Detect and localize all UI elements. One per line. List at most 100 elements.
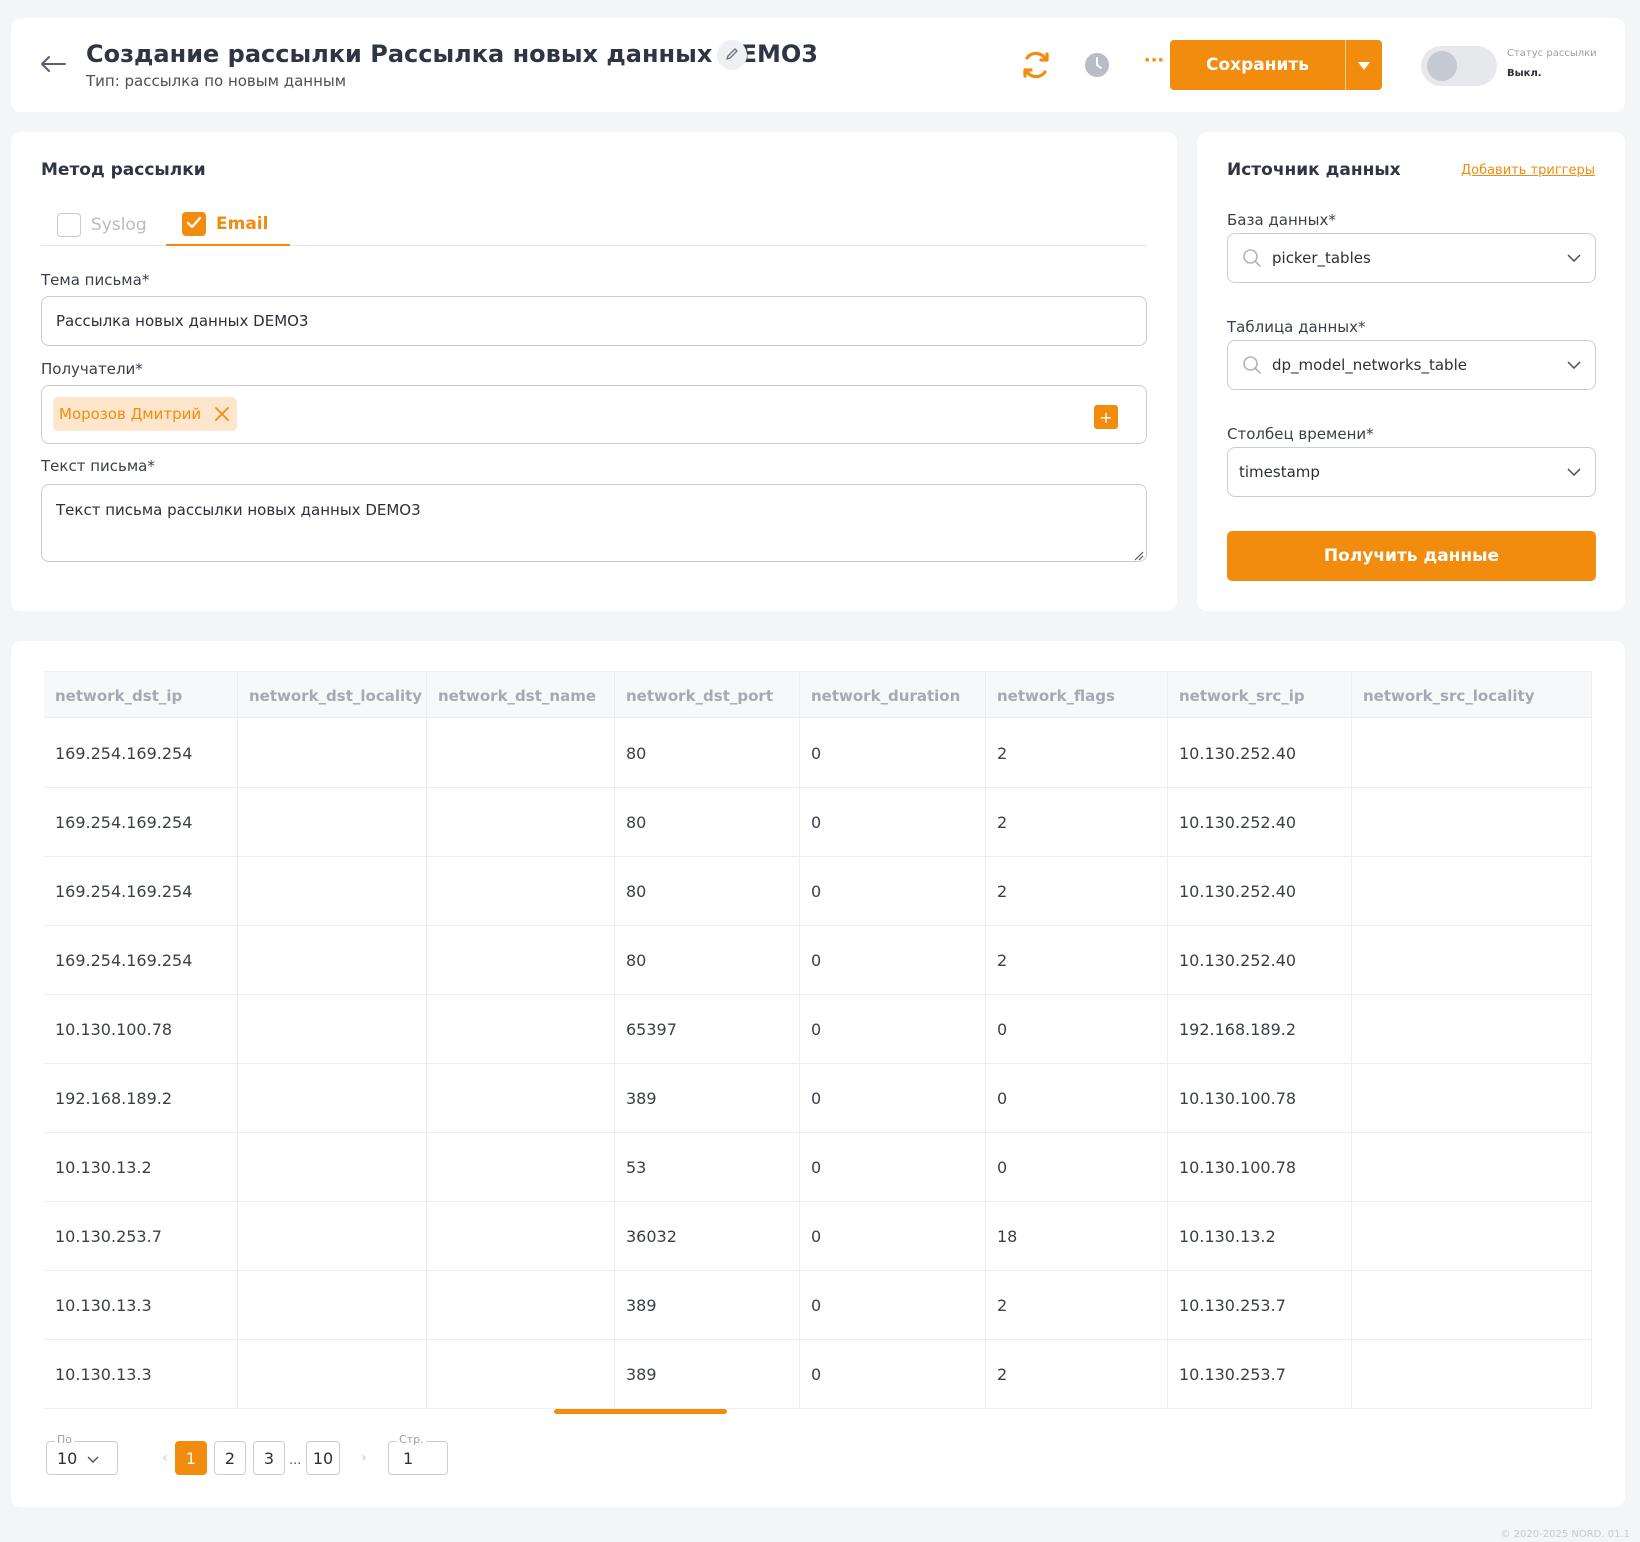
- table-cell: 389: [615, 1271, 800, 1340]
- save-button[interactable]: Сохранить: [1170, 40, 1345, 90]
- column-header[interactable]: network_dst_ip: [44, 672, 238, 719]
- page-title: Создание рассылки Рассылка новых данных …: [86, 40, 818, 68]
- table-cell: [238, 1271, 427, 1340]
- table-cell: 0: [800, 788, 986, 857]
- recipient-chip-label: Морозов Дмитрий: [59, 405, 202, 423]
- recipients-field[interactable]: Морозов Дмитрий +: [41, 385, 1147, 444]
- time-column-select[interactable]: timestamp: [1227, 447, 1596, 497]
- table-cell: [238, 1340, 427, 1409]
- db-select[interactable]: picker_tables: [1227, 233, 1596, 283]
- column-header[interactable]: network_dst_name: [427, 672, 615, 719]
- table-cell: 0: [986, 1064, 1168, 1133]
- body-textarea[interactable]: Текст письма рассылки новых данных DEMO3: [41, 484, 1147, 562]
- table-cell: 10.130.253.7: [1168, 1340, 1352, 1409]
- body-label: Текст письма*: [41, 457, 155, 475]
- table-cell: 169.254.169.254: [44, 788, 238, 857]
- table-cell: 389: [615, 1340, 800, 1409]
- table-cell: 0: [986, 1133, 1168, 1202]
- chevron-down-icon: [1567, 468, 1581, 476]
- table-row: 10.130.13.3 389 0 2 10.130.253.7: [44, 1340, 1592, 1409]
- resize-grip-icon[interactable]: [1132, 547, 1144, 561]
- table-select[interactable]: dp_model_networks_table: [1227, 340, 1596, 390]
- back-arrow-icon[interactable]: [39, 52, 67, 76]
- table-cell: 0: [800, 1202, 986, 1271]
- table-cell: 0: [800, 1133, 986, 1202]
- column-header[interactable]: network_dst_locality: [238, 672, 427, 719]
- table-cell: [427, 857, 615, 926]
- subject-input[interactable]: Рассылка новых данных DEMO3: [41, 296, 1147, 346]
- prev-page-button[interactable]: ‹: [155, 1441, 175, 1475]
- column-header[interactable]: network_dst_port: [615, 672, 800, 719]
- page-button-1[interactable]: 1: [175, 1441, 207, 1475]
- table-row: 10.130.13.2 53 0 0 10.130.100.78: [44, 1133, 1592, 1202]
- table-cell: 2: [986, 1271, 1168, 1340]
- table-cell: [427, 1133, 615, 1202]
- edit-title-button[interactable]: [717, 40, 747, 70]
- table-cell: [427, 995, 615, 1064]
- table-cell: 10.130.252.40: [1168, 857, 1352, 926]
- page-button-2[interactable]: 2: [214, 1441, 246, 1475]
- table-cell: 80: [615, 857, 800, 926]
- table-cell: [238, 1064, 427, 1133]
- table-row: 169.254.169.254 80 0 2 10.130.252.40: [44, 719, 1592, 788]
- table-cell: 10.130.13.2: [1168, 1202, 1352, 1271]
- table-cell: 10.130.253.7: [44, 1202, 238, 1271]
- page-button-10[interactable]: 10: [306, 1441, 340, 1475]
- column-header[interactable]: network_src_ip: [1168, 672, 1352, 719]
- per-page-select[interactable]: По 10: [46, 1434, 118, 1475]
- tab-email[interactable]: Email: [166, 204, 290, 246]
- table-cell: [1352, 857, 1592, 926]
- pencil-icon: [725, 46, 739, 65]
- check-icon: [186, 215, 202, 234]
- table-cell: [1352, 788, 1592, 857]
- recipients-label: Получатели*: [41, 360, 143, 378]
- table-cell: 389: [615, 1064, 800, 1133]
- table-cell: 36032: [615, 1202, 800, 1271]
- page-number-input[interactable]: Стр. 1: [388, 1434, 448, 1475]
- column-header[interactable]: network_src_locality: [1352, 672, 1592, 719]
- table-cell: 192.168.189.2: [44, 1064, 238, 1133]
- table-cell: [238, 857, 427, 926]
- table-row: 169.254.169.254 80 0 2 10.130.252.40: [44, 788, 1592, 857]
- horizontal-scrollbar[interactable]: [554, 1409, 727, 1414]
- syslog-checkbox[interactable]: [57, 213, 81, 237]
- column-header[interactable]: network_flags: [986, 672, 1168, 719]
- table-row: 169.254.169.254 80 0 2 10.130.252.40: [44, 857, 1592, 926]
- table-row: 10.130.100.78 65397 0 0 192.168.189.2: [44, 995, 1592, 1064]
- tab-email-label: Email: [216, 214, 269, 234]
- tab-syslog[interactable]: Syslog: [41, 204, 165, 246]
- column-header[interactable]: network_duration: [800, 672, 986, 719]
- page-button-3[interactable]: 3: [253, 1441, 285, 1475]
- table-cell: 2: [986, 788, 1168, 857]
- table-cell: [1352, 1340, 1592, 1409]
- method-title: Метод рассылки: [41, 160, 206, 180]
- email-checkbox[interactable]: [182, 212, 206, 236]
- table-row: 10.130.253.7 36032 0 18 10.130.13.2: [44, 1202, 1592, 1271]
- search-icon: [1242, 355, 1262, 375]
- toggle-knob: [1427, 51, 1457, 81]
- table-row: 10.130.13.3 389 0 2 10.130.253.7: [44, 1271, 1592, 1340]
- clock-icon[interactable]: [1083, 51, 1111, 79]
- more-options-button[interactable]: ···: [1141, 46, 1167, 76]
- table-select-value: dp_model_networks_table: [1272, 356, 1467, 374]
- add-triggers-link[interactable]: Добавить триггеры: [1461, 163, 1595, 178]
- page-input-value: 1: [403, 1448, 414, 1468]
- per-page-value: 10: [57, 1448, 78, 1468]
- next-page-button[interactable]: ›: [354, 1441, 374, 1475]
- add-recipient-button[interactable]: +: [1094, 405, 1118, 429]
- status-value: Выкл.: [1507, 68, 1542, 79]
- table-cell: 80: [615, 788, 800, 857]
- subject-label: Тема письма*: [41, 271, 150, 289]
- remove-recipient-close-icon[interactable]: [215, 407, 230, 421]
- table-cell: 10.130.253.7: [1168, 1271, 1352, 1340]
- save-dropdown-button[interactable]: [1345, 40, 1382, 90]
- table-cell: 10.130.100.78: [1168, 1064, 1352, 1133]
- status-toggle[interactable]: [1421, 46, 1497, 86]
- chevron-down-icon: [1567, 254, 1581, 262]
- table-cell: 2: [986, 1340, 1168, 1409]
- get-data-button[interactable]: Получить данные: [1227, 531, 1596, 581]
- refresh-icon[interactable]: [1019, 48, 1053, 82]
- table-cell: 65397: [615, 995, 800, 1064]
- page-input-label: Стр.: [397, 1433, 426, 1446]
- table-cell: 10.130.100.78: [1168, 1133, 1352, 1202]
